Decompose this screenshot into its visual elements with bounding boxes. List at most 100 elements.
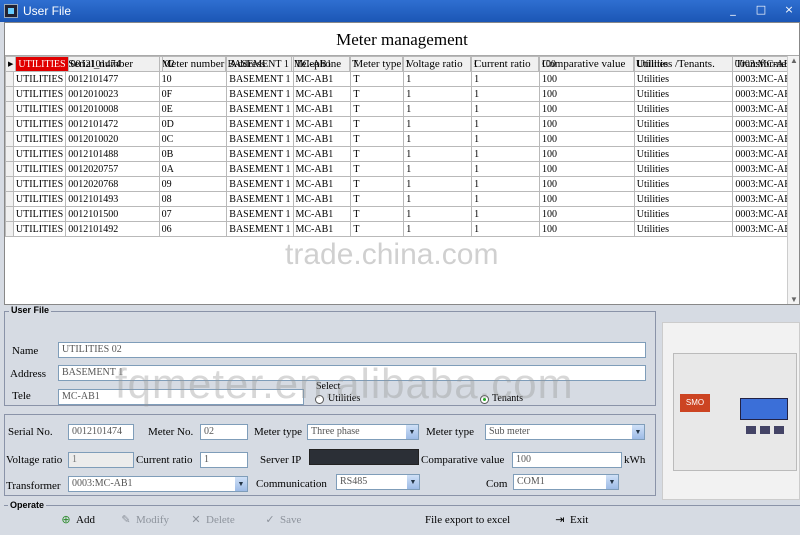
table-cell[interactable]: 1: [403, 161, 473, 177]
table-cell[interactable]: BASEMENT 1: [226, 131, 294, 147]
table-cell[interactable]: 100: [538, 176, 635, 192]
table-cell[interactable]: BASEMENT 1: [226, 221, 294, 237]
current-ratio-field[interactable]: 1: [200, 452, 248, 468]
table-cell[interactable]: 1: [471, 176, 540, 192]
table-cell[interactable]: 100: [538, 161, 635, 177]
table-cell[interactable]: BASEMENT 1: [226, 71, 294, 87]
save-button[interactable]: ✓ Save: [264, 514, 301, 527]
communication-select[interactable]: RS485 ▼: [336, 474, 420, 490]
table-cell[interactable]: 0C: [158, 131, 228, 147]
row-selector[interactable]: [5, 176, 14, 192]
name-field[interactable]: UTILITIES 02: [58, 342, 646, 358]
table-cell[interactable]: 1: [403, 221, 473, 237]
table-cell[interactable]: T: [350, 221, 405, 237]
row-selector[interactable]: [5, 206, 14, 222]
table-cell[interactable]: T: [350, 146, 405, 162]
table-row[interactable]: UTILITIES 0012010023 0F BASEMENT 1 MC-AB1 T 1 1…: [5, 86, 799, 102]
table-row[interactable]: UTILITIES 0012010020 0C BASEMENT 1 MC-AB1 T 1 1…: [5, 131, 799, 147]
table-cell[interactable]: 100: [538, 116, 635, 132]
table-cell[interactable]: 100: [538, 86, 635, 102]
table-cell[interactable]: BASEMENT 1: [224, 56, 292, 72]
table-cell[interactable]: 10: [158, 71, 228, 87]
table-cell[interactable]: MC-AB1: [292, 86, 352, 102]
table-cell[interactable]: UTILITIES: [12, 146, 67, 162]
table-cell[interactable]: 100: [538, 221, 635, 237]
row-selector[interactable]: [5, 146, 14, 162]
maximize-button[interactable]: □: [754, 3, 768, 16]
minimize-button[interactable]: _: [726, 3, 740, 16]
scroll-down-icon[interactable]: ▼: [788, 295, 800, 304]
add-button[interactable]: ⊕ Add: [60, 514, 95, 527]
table-cell[interactable]: BASEMENT 1: [226, 161, 294, 177]
table-row[interactable]: UTILITIES 0012101477 10 BASEMENT 1 MC-AB1 T 1 1…: [5, 71, 799, 87]
table-cell[interactable]: 1: [471, 131, 540, 147]
table-cell[interactable]: 100: [538, 131, 635, 147]
table-cell[interactable]: Utilities: [633, 221, 734, 237]
scroll-up-icon[interactable]: ▲: [788, 56, 800, 65]
table-cell[interactable]: 08: [158, 191, 228, 207]
table-cell[interactable]: 0012101472: [65, 116, 160, 132]
selected-table-row[interactable]: ▶ UTILITIES 0012101474 02 BASEMENT 1 MC-AB1 T 1…: [4, 56, 799, 72]
table-cell[interactable]: MC-AB1: [290, 56, 350, 72]
table-row[interactable]: UTILITIES 0012101500 07 BASEMENT 1 MC-AB1 T 1 1…: [5, 206, 799, 222]
table-cell[interactable]: UTILITIES: [12, 221, 67, 237]
table-cell[interactable]: BASEMENT 1: [226, 191, 294, 207]
table-cell[interactable]: 0F: [158, 86, 228, 102]
table-row[interactable]: UTILITIES 0012101492 06 BASEMENT 1 MC-AB1 T 1 1…: [5, 221, 799, 237]
table-cell[interactable]: MC-AB1: [292, 221, 352, 237]
table-cell[interactable]: BASEMENT 1: [226, 176, 294, 192]
table-cell[interactable]: 1: [471, 101, 540, 117]
table-cell[interactable]: T: [348, 56, 403, 72]
table-cell[interactable]: 100: [538, 206, 635, 222]
table-cell[interactable]: 09: [158, 176, 228, 192]
table-cell[interactable]: 1: [403, 86, 473, 102]
table-cell[interactable]: 0A: [158, 161, 228, 177]
meter-table[interactable]: User nameSerial_numberMeter numberAddres…: [5, 56, 799, 237]
table-cell[interactable]: 1: [403, 131, 473, 147]
table-cell[interactable]: 07: [158, 206, 228, 222]
row-selector[interactable]: [5, 161, 14, 177]
table-cell[interactable]: 1: [471, 206, 540, 222]
table-cell[interactable]: 02: [161, 56, 226, 72]
chevron-down-icon[interactable]: ▼: [406, 425, 418, 439]
meter-no-field[interactable]: 02: [200, 424, 248, 440]
meter-type2-select[interactable]: Sub meter ▼: [485, 424, 645, 440]
table-cell[interactable]: UTILITIES: [12, 191, 67, 207]
table-cell[interactable]: BASEMENT 1: [226, 86, 294, 102]
table-cell[interactable]: 1: [471, 161, 540, 177]
table-cell[interactable]: Utilities: [633, 86, 734, 102]
modify-button[interactable]: ✎ Modify: [120, 514, 169, 527]
chevron-down-icon[interactable]: ▼: [632, 425, 644, 439]
table-cell[interactable]: BASEMENT 1: [226, 101, 294, 117]
row-selector[interactable]: [5, 86, 14, 102]
selected-row-table[interactable]: ▶ UTILITIES 0012101474 02 BASEMENT 1 MC-AB1 T 1…: [4, 56, 799, 72]
table-cell[interactable]: 0012101493: [65, 191, 160, 207]
selected-cell-highlighted[interactable]: UTILITIES: [15, 56, 69, 72]
table-cell[interactable]: MC-AB1: [292, 146, 352, 162]
table-cell[interactable]: T: [350, 101, 405, 117]
table-cell[interactable]: 1: [403, 116, 473, 132]
table-cell[interactable]: Utilities: [633, 206, 734, 222]
table-cell[interactable]: 0D: [158, 116, 228, 132]
table-cell[interactable]: 0012010008: [65, 101, 160, 117]
table-cell[interactable]: T: [350, 161, 405, 177]
row-selector[interactable]: [5, 191, 14, 207]
table-cell[interactable]: 0012010023: [65, 86, 160, 102]
comparative-field[interactable]: 100: [512, 452, 622, 468]
table-cell[interactable]: 1: [471, 191, 540, 207]
table-cell[interactable]: Utilities: [633, 146, 734, 162]
table-cell[interactable]: Utilities: [633, 116, 734, 132]
table-cell[interactable]: UTILITIES: [12, 176, 67, 192]
table-cell[interactable]: 06: [158, 221, 228, 237]
table-cell[interactable]: MC-AB1: [292, 101, 352, 117]
table-cell[interactable]: Utilities: [633, 176, 734, 192]
table-cell[interactable]: UTILITIES: [12, 161, 67, 177]
grid-scrollbar[interactable]: ▲ ▼: [787, 56, 799, 304]
table-cell[interactable]: 1: [403, 101, 473, 117]
table-row[interactable]: UTILITIES 0012101472 0D BASEMENT 1 MC-AB1 T 1 1…: [5, 116, 799, 132]
chevron-down-icon[interactable]: ▼: [606, 475, 618, 489]
table-cell[interactable]: MC-AB1: [292, 206, 352, 222]
table-cell[interactable]: T: [350, 206, 405, 222]
table-cell[interactable]: 0012101500: [65, 206, 160, 222]
row-selector[interactable]: [5, 221, 14, 237]
